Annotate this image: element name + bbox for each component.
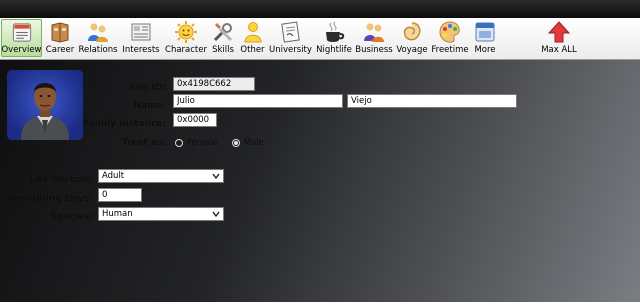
tab-freetime-label: Freetime bbox=[431, 45, 469, 55]
character-icon bbox=[175, 21, 197, 43]
tab-other[interactable]: Other bbox=[239, 19, 266, 57]
life-section-value: Adult bbox=[102, 171, 125, 181]
max-all-icon bbox=[547, 21, 571, 43]
window-title-bar bbox=[0, 0, 640, 18]
sim-id-field[interactable] bbox=[173, 77, 255, 91]
tab-freetime[interactable]: Freetime bbox=[431, 19, 469, 57]
tab-overview[interactable]: Overview bbox=[1, 19, 42, 57]
tab-university-label: University bbox=[269, 45, 312, 55]
voyage-icon bbox=[403, 22, 421, 41]
max-all-button[interactable]: Max ALL bbox=[539, 19, 579, 57]
first-name-field[interactable] bbox=[173, 94, 343, 108]
life-section-label: Life Section: bbox=[29, 175, 93, 185]
skills-icon bbox=[213, 22, 233, 42]
university-icon bbox=[280, 21, 300, 43]
chevron-down-icon bbox=[212, 211, 220, 218]
family-instance-label: Family Instance: bbox=[82, 119, 166, 129]
category-toolbar: Overview Career Relations Interests Char… bbox=[0, 18, 640, 60]
relations-icon bbox=[88, 23, 108, 42]
treat-as-label: Treat as: bbox=[121, 138, 166, 148]
last-name-field[interactable] bbox=[347, 94, 517, 108]
tab-other-label: Other bbox=[240, 45, 265, 55]
business-icon bbox=[364, 23, 384, 42]
tab-voyage[interactable]: Voyage bbox=[395, 19, 429, 57]
gender-radio-group: Female Male bbox=[175, 138, 278, 148]
species-select[interactable]: Human bbox=[98, 207, 224, 221]
tab-interests[interactable]: Interests bbox=[120, 19, 162, 57]
remaining-days-label: Remaining Days: bbox=[7, 194, 93, 204]
tab-more-label: More bbox=[474, 45, 496, 55]
sim-id-label: Sim ID: bbox=[129, 83, 167, 93]
interests-icon bbox=[131, 23, 151, 41]
male-radio-label: Male bbox=[243, 138, 264, 148]
species-label: Species: bbox=[50, 212, 93, 222]
tab-university[interactable]: University bbox=[268, 19, 313, 57]
tab-business-label: Business bbox=[355, 45, 393, 55]
tab-skills[interactable]: Skills bbox=[209, 19, 237, 57]
species-value: Human bbox=[102, 209, 133, 219]
male-radio[interactable] bbox=[231, 139, 240, 147]
nightlife-icon bbox=[326, 21, 345, 42]
more-icon bbox=[475, 22, 495, 42]
career-icon bbox=[51, 22, 69, 43]
tab-relations-label: Relations bbox=[78, 45, 118, 55]
tab-nightlife-label: Nightlife bbox=[316, 45, 352, 55]
tab-interests-label: Interests bbox=[122, 45, 160, 55]
female-radio[interactable] bbox=[175, 139, 183, 147]
chevron-down-icon bbox=[212, 173, 220, 180]
freetime-icon bbox=[439, 21, 460, 43]
tab-relations[interactable]: Relations bbox=[78, 19, 118, 57]
female-radio-label: Female bbox=[187, 138, 218, 148]
overview-panel: Sim ID: Name: Family Instance: Treat as:… bbox=[0, 60, 640, 302]
sim-portrait-image bbox=[21, 83, 69, 140]
tab-overview-label: Overview bbox=[1, 45, 42, 55]
family-instance-field[interactable] bbox=[173, 113, 217, 127]
overview-icon bbox=[12, 23, 31, 42]
tab-more[interactable]: More bbox=[472, 19, 498, 57]
tab-nightlife[interactable]: Nightlife bbox=[315, 19, 353, 57]
tab-voyage-label: Voyage bbox=[396, 45, 428, 55]
tab-business[interactable]: Business bbox=[355, 19, 393, 57]
max-all-label: Max ALL bbox=[541, 45, 577, 55]
tab-character-label: Character bbox=[165, 45, 207, 55]
name-label: Name: bbox=[133, 101, 166, 111]
tab-character[interactable]: Character bbox=[165, 19, 207, 57]
tab-career[interactable]: Career bbox=[44, 19, 76, 57]
life-section-select[interactable]: Adult bbox=[98, 169, 224, 183]
tab-career-label: Career bbox=[45, 45, 75, 55]
other-icon bbox=[243, 22, 262, 43]
remaining-days-field[interactable] bbox=[98, 188, 142, 202]
tab-skills-label: Skills bbox=[212, 45, 234, 55]
sim-portrait bbox=[7, 70, 83, 140]
